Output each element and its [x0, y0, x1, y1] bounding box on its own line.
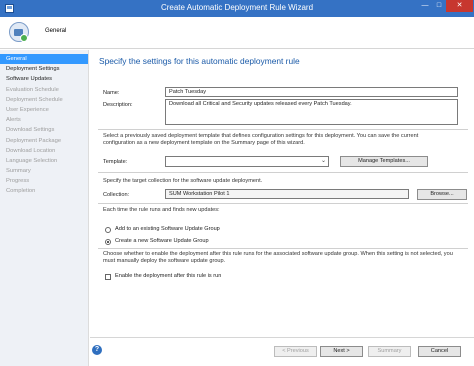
sidebar-item-evaluation-schedule: Evaluation Schedule: [6, 86, 59, 93]
section-heading: Specify the settings for this automatic …: [99, 56, 300, 66]
sidebar-item-software-updates[interactable]: Software Updates: [0, 74, 88, 84]
summary-button[interactable]: Summary: [368, 346, 411, 357]
enable-info-line2: must manually deploy the software update…: [103, 258, 226, 264]
previous-button[interactable]: < Previous: [274, 346, 317, 357]
enable-deployment-checkbox[interactable]: [105, 274, 111, 280]
sidebar-item-progress: Progress: [6, 178, 30, 185]
new-group-radio[interactable]: [105, 239, 111, 245]
sidebar-item-summary: Summary: [6, 168, 31, 175]
sidebar-item-completion: Completion: [6, 188, 36, 195]
footer-divider: [90, 337, 474, 338]
description-label: Description:: [103, 102, 133, 108]
next-button[interactable]: Next >: [320, 346, 363, 357]
divider: [98, 248, 468, 249]
sidebar-item-download-settings: Download Settings: [6, 127, 55, 134]
sidebar-item-deployment-schedule: Deployment Schedule: [6, 96, 63, 103]
sidebar-item-alerts: Alerts: [6, 117, 21, 124]
help-icon[interactable]: ?: [92, 345, 102, 355]
manage-templates-button[interactable]: Manage Templates...: [340, 156, 428, 167]
collection-label: Collection:: [103, 192, 130, 198]
maximize-button[interactable]: □: [432, 0, 446, 12]
name-label: Name:: [103, 90, 120, 96]
sidebar-item-general[interactable]: General: [0, 54, 88, 65]
wizard-content: Specify the settings for this automatic …: [90, 50, 474, 366]
browse-button[interactable]: Browse...: [417, 189, 467, 200]
sidebar-item-user-experience: User Experience: [6, 106, 49, 113]
cancel-button[interactable]: Cancel: [418, 346, 461, 357]
collection-field: SUM Workstation Pilot 1: [165, 189, 409, 199]
divider: [98, 129, 468, 130]
existing-group-label[interactable]: Add to an existing Software Update Group: [115, 226, 220, 232]
chevron-down-icon: ⌄: [320, 158, 326, 164]
window-title: Create Automatic Deployment Rule Wizard: [160, 3, 314, 12]
close-button[interactable]: ✕: [446, 0, 473, 12]
sidebar-item-download-location: Download Location: [6, 147, 56, 154]
template-info-line2: configuration as a new deployment templa…: [103, 140, 305, 146]
page-title: General: [45, 28, 67, 34]
sidebar-item-language-selection: Language Selection: [6, 157, 58, 164]
wizard-header: General: [0, 17, 474, 49]
template-value: [166, 157, 316, 166]
description-field[interactable]: Download all Critical and Security updat…: [165, 99, 458, 125]
window-titlebar: Create Automatic Deployment Rule Wizard …: [0, 0, 474, 17]
run-info: Each time the rule runs and finds new up…: [103, 207, 220, 213]
name-field[interactable]: Patch Tuesday: [165, 87, 458, 97]
sidebar-item-deployment-settings[interactable]: Deployment Settings: [0, 64, 88, 74]
template-dropdown[interactable]: ⌄: [165, 156, 329, 167]
sidebar-item-deployment-package: Deployment Package: [6, 137, 62, 144]
enable-info-line1: Choose whether to enable the deployment …: [103, 251, 453, 257]
existing-group-radio[interactable]: [105, 227, 111, 233]
wizard-sidebar: General Deployment Settings Software Upd…: [0, 50, 89, 366]
template-label: Template:: [103, 159, 128, 165]
template-info-line1: Select a previously saved deployment tem…: [103, 133, 419, 139]
minimize-button[interactable]: —: [418, 0, 432, 12]
new-group-label[interactable]: Create a new Software Update Group: [115, 238, 209, 244]
divider: [98, 172, 468, 173]
wizard-computer-icon: [9, 22, 29, 42]
collection-info: Specify the target collection for the so…: [103, 178, 263, 184]
divider: [98, 203, 468, 204]
enable-deployment-label[interactable]: Enable the deployment after this rule is…: [115, 273, 221, 279]
